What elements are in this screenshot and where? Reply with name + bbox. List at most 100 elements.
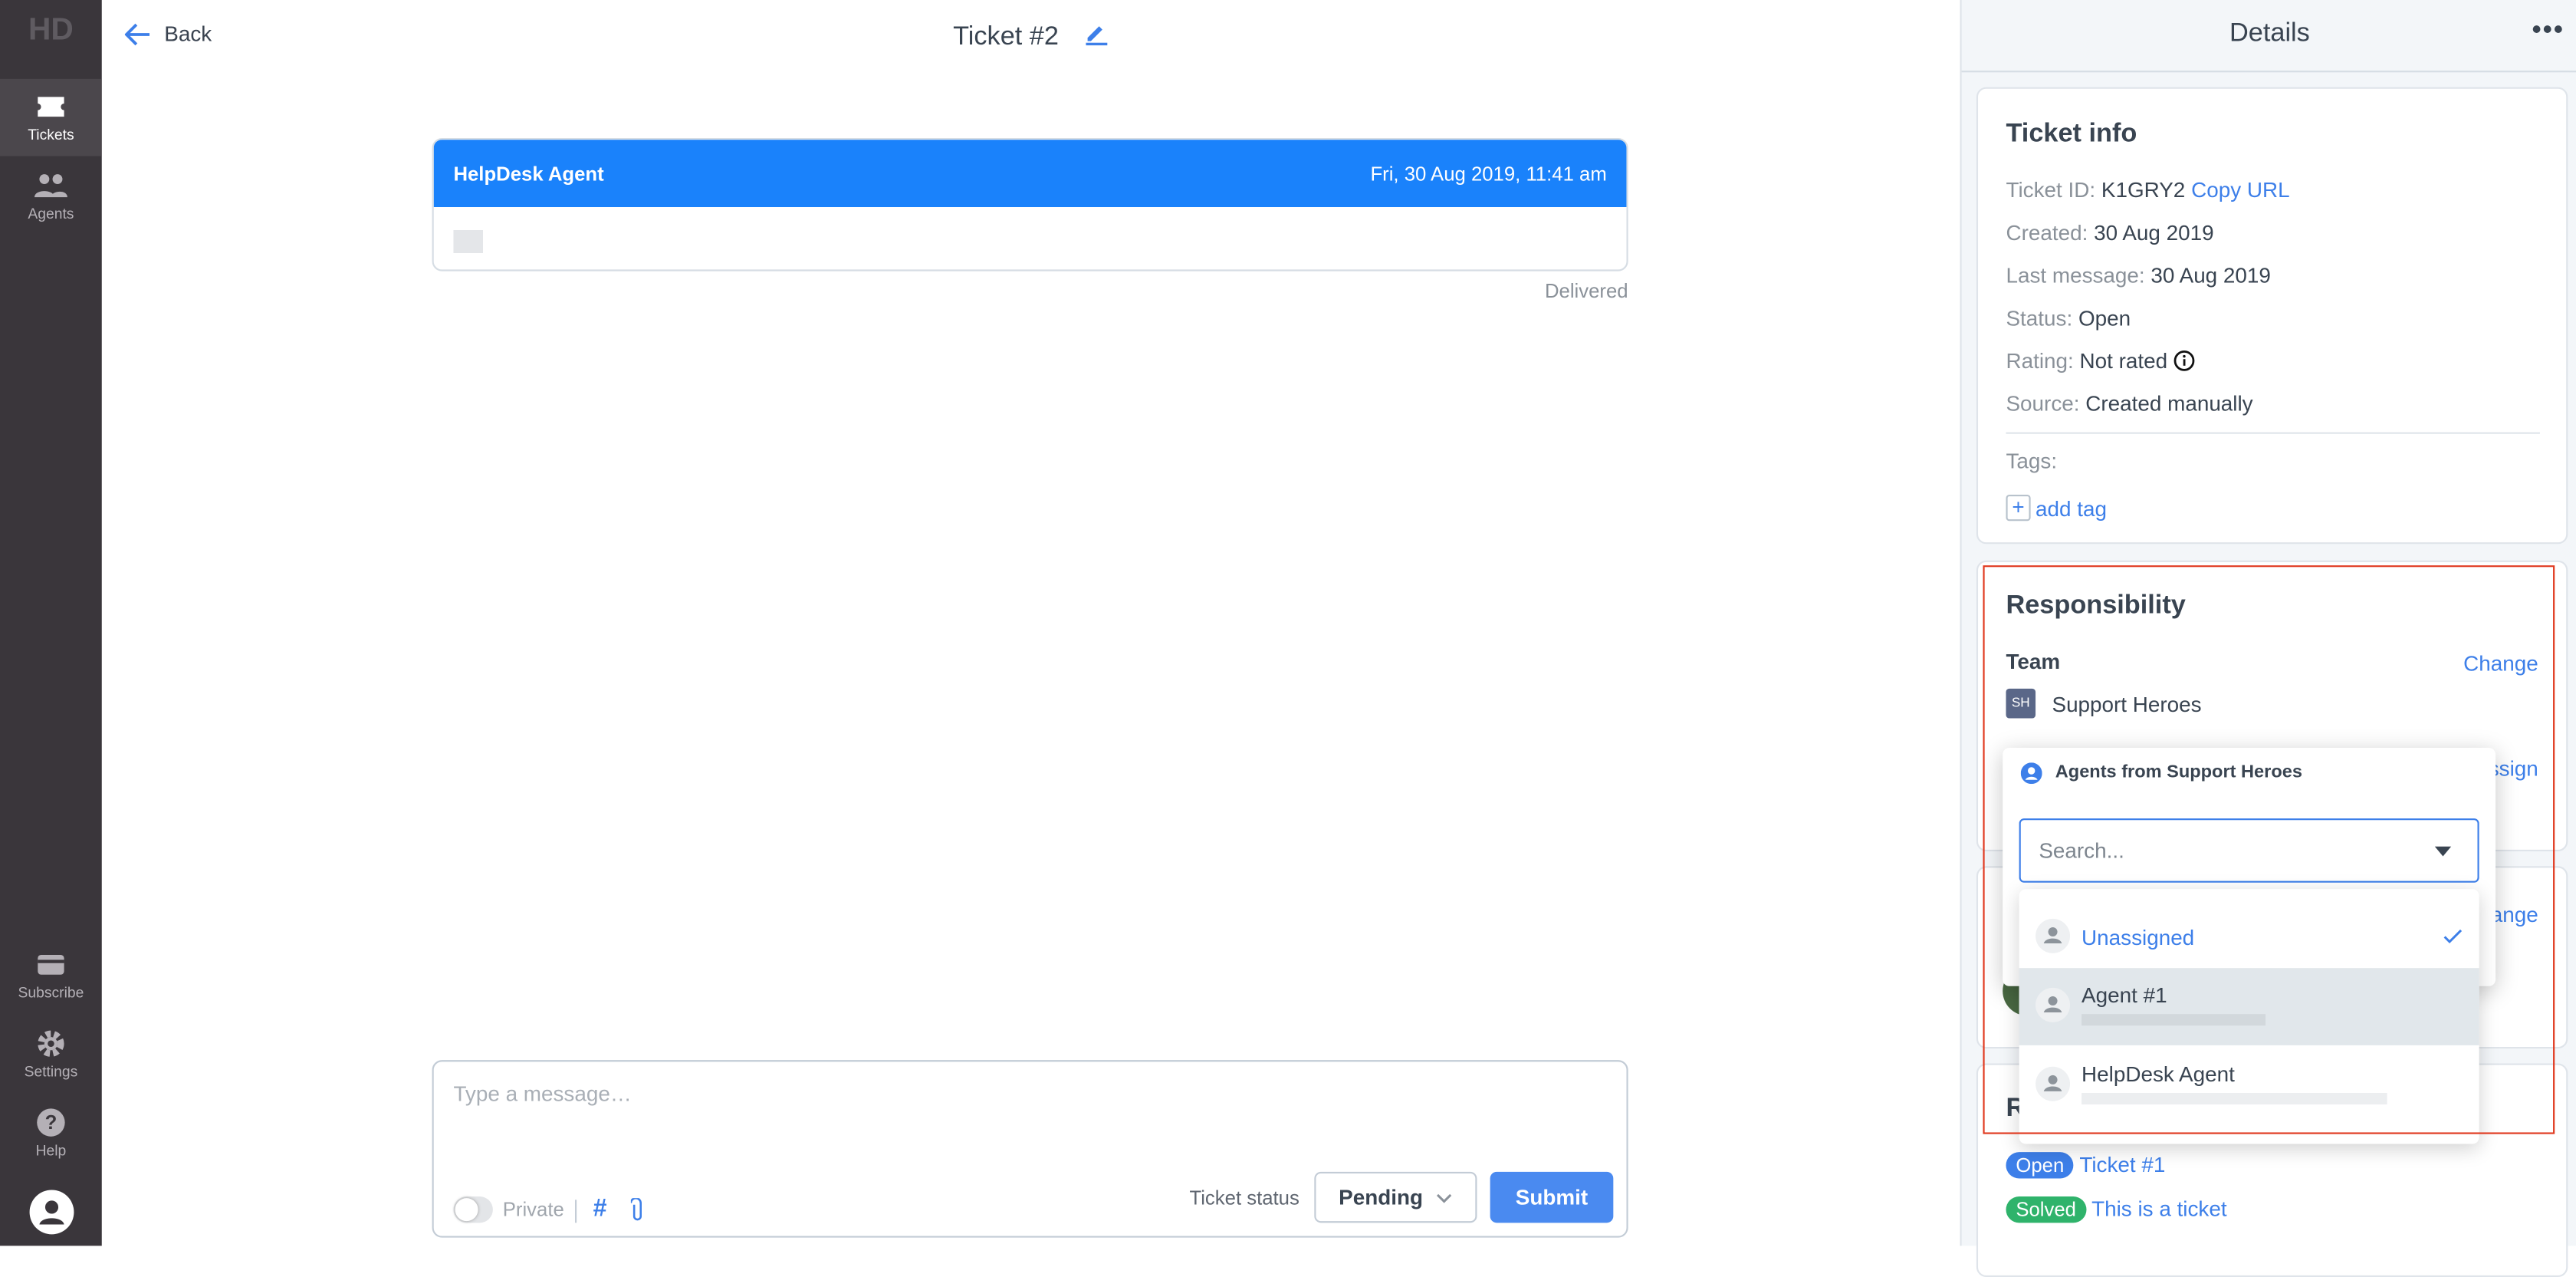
credit-card-icon: [38, 955, 64, 975]
ticket-status-value: Pending: [1339, 1185, 1424, 1210]
agent-option-unassigned[interactable]: Unassigned: [2019, 916, 2479, 969]
person-icon: [2036, 1066, 2071, 1101]
rating-value: Not rated: [2079, 348, 2168, 374]
gear-icon: [38, 1030, 64, 1057]
back-button[interactable]: Back: [124, 21, 212, 47]
details-title: Details: [2229, 19, 2310, 48]
search-placeholder: Search...: [2039, 838, 2124, 864]
agent-option-agent-1[interactable]: Agent #1: [2019, 968, 2479, 1045]
change-link[interactable]: ange: [2491, 902, 2538, 926]
option-name: HelpDesk Agent: [2082, 1061, 2235, 1087]
agents-icon: [34, 174, 67, 198]
ticket-info-card: Ticket info Ticket ID: K1GRY2 Copy URL C…: [1976, 87, 2568, 545]
related-ticket-link[interactable]: Ticket #1: [2079, 1152, 2165, 1177]
help-icon: ?: [37, 1108, 65, 1137]
message-composer: Type a message… Private # Ticket status …: [432, 1060, 1628, 1238]
related-ticket-row[interactable]: Solved This is a ticket: [2006, 1196, 2227, 1223]
submit-button[interactable]: Submit: [1490, 1171, 1614, 1223]
sidebar: HD Tickets Agents Subscribe Settings ? H…: [0, 0, 102, 1246]
edit-pencil-icon[interactable]: [1083, 20, 1109, 46]
sidebar-item-label: Help: [35, 1142, 67, 1159]
sidebar-item-help[interactable]: ? Help: [0, 1094, 102, 1172]
user-avatar[interactable]: [29, 1190, 74, 1235]
agent-options-list: Unassigned Agent #1 HelpDesk Agent: [2019, 889, 2479, 1144]
team-name: Support Heroes: [2052, 691, 2202, 716]
status-badge: Open: [2006, 1152, 2075, 1179]
status-badge: Solved: [2006, 1196, 2086, 1223]
add-tag-button[interactable]: + add tag: [2006, 495, 2108, 522]
email-redacted: [2082, 1014, 2266, 1026]
last-message-label: Last message:: [2006, 262, 2145, 288]
option-name: Unassigned: [2082, 925, 2195, 950]
svg-text:?: ?: [45, 1112, 58, 1134]
ticket-id-label: Ticket ID:: [2006, 177, 2096, 202]
conversation-pane: Ticket #2 Back HelpDesk Agent Fri, 30 Aug…: [101, 0, 1960, 1246]
divider: [575, 1200, 577, 1223]
created-value: 30 Aug 2019: [2094, 220, 2214, 245]
sidebar-item-label: Tickets: [28, 127, 74, 143]
user-circle-icon: [2020, 762, 2042, 785]
add-tag-label: add tag: [2036, 495, 2108, 521]
divider: [2006, 432, 2540, 434]
chevron-down-icon: [1437, 1193, 1452, 1203]
hashtag-button[interactable]: #: [593, 1195, 607, 1223]
last-message-value: 30 Aug 2019: [2150, 262, 2271, 288]
agent-option-helpdesk-agent[interactable]: HelpDesk Agent: [2019, 1045, 2479, 1123]
back-label: Back: [164, 21, 212, 47]
status-label: Status:: [2006, 305, 2073, 331]
assign-link[interactable]: ssign: [2489, 756, 2538, 781]
copy-url-link[interactable]: Copy URL: [2191, 177, 2290, 202]
sidebar-item-label: Subscribe: [18, 984, 84, 1002]
ticket-title: Ticket #2: [953, 23, 1059, 51]
sidebar-item-settings[interactable]: Settings: [0, 1015, 102, 1093]
sidebar-item-subscribe[interactable]: Subscribe: [0, 936, 102, 1014]
dropdown-title: Agents from Support Heroes: [2055, 762, 2302, 783]
ticket-info-title: Ticket info: [2006, 120, 2137, 148]
ticket-status-select[interactable]: Pending: [1314, 1171, 1477, 1223]
person-icon: [2036, 918, 2071, 953]
private-toggle[interactable]: [453, 1196, 493, 1223]
created-label: Created:: [2006, 220, 2088, 245]
tags-label: Tags:: [2006, 449, 2058, 474]
related-ticket-link[interactable]: This is a ticket: [2091, 1196, 2226, 1221]
related-ticket-row[interactable]: Open Ticket #1: [2006, 1152, 2165, 1179]
team-label: Team: [2006, 649, 2061, 674]
ticket-icon: [38, 97, 64, 117]
responsibility-title: Responsibility: [2006, 591, 2186, 620]
logo: HD: [28, 13, 74, 48]
top-bar: Ticket #2 Back: [102, 0, 1960, 72]
plus-icon: +: [2006, 495, 2031, 522]
more-options-icon[interactable]: •••: [2532, 16, 2564, 46]
agent-search-input[interactable]: Search...: [2019, 818, 2479, 883]
message-body-redacted: [453, 230, 484, 254]
delivery-status: Delivered: [1544, 279, 1628, 303]
arrow-left-icon: [124, 22, 150, 45]
source-label: Source:: [2006, 391, 2080, 416]
caret-down-icon: [2434, 846, 2452, 857]
checkmark-icon: [2443, 929, 2463, 944]
rating-label: Rating:: [2006, 348, 2074, 374]
team-avatar: SH: [2006, 688, 2036, 719]
email-redacted: [2082, 1093, 2387, 1105]
option-name: Agent #1: [2082, 982, 2167, 1008]
message-input[interactable]: Type a message…: [453, 1081, 631, 1106]
private-label: Private: [502, 1198, 564, 1222]
sidebar-item-tickets[interactable]: Tickets: [0, 78, 102, 156]
info-icon[interactable]: [2174, 350, 2195, 371]
sidebar-item-label: Agents: [28, 205, 74, 222]
status-value: Open: [2078, 305, 2131, 331]
change-team-link[interactable]: Change: [2463, 651, 2538, 676]
sidebar-item-agents[interactable]: Agents: [0, 158, 102, 235]
ticket-status-label: Ticket status: [1189, 1186, 1300, 1210]
sidebar-item-label: Settings: [24, 1063, 78, 1080]
message-author: HelpDesk Agent: [453, 162, 604, 186]
source-value: Created manually: [2085, 391, 2253, 416]
ticket-id-value: K1GRY2: [2101, 177, 2186, 202]
person-icon: [2036, 987, 2071, 1022]
user-icon: [39, 1200, 64, 1225]
details-header: Details •••: [1961, 0, 2576, 73]
paperclip-icon[interactable]: [630, 1198, 644, 1221]
message-card: HelpDesk Agent Fri, 30 Aug 2019, 11:41 am: [432, 138, 1628, 272]
message-timestamp: Fri, 30 Aug 2019, 11:41 am: [1370, 162, 1607, 186]
page-title: Ticket #2: [102, 20, 1960, 53]
